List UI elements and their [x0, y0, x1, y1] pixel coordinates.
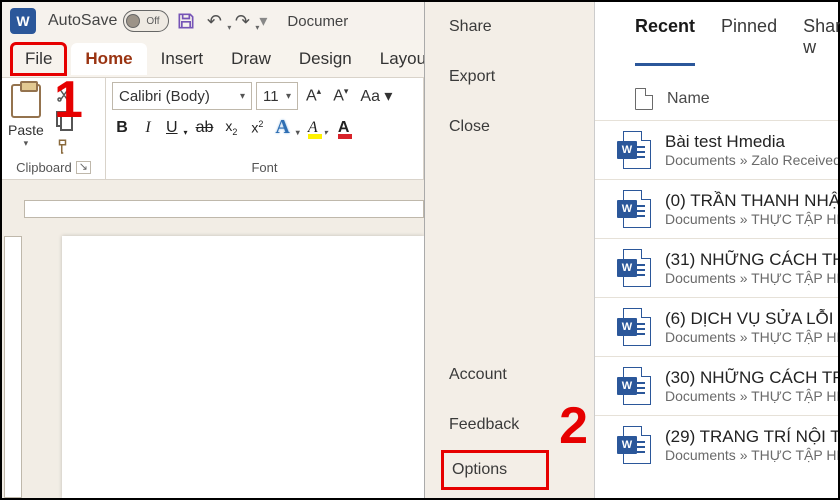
ribbon: Paste ▾ Clipboard ↘ Calibri (Body)▾ 11▾ A… [2, 78, 424, 180]
change-case-button[interactable]: Aa ▾ [356, 86, 396, 106]
horizontal-ruler[interactable] [24, 200, 424, 218]
shrink-font-button[interactable]: A▾ [329, 86, 352, 105]
recent-list: W Bài test HmediaDocuments » Zalo Receive… [595, 120, 838, 474]
recent-header-name: Name [667, 90, 710, 108]
recent-doc-name: (31) NHỮNG CÁCH THIẾT [665, 250, 838, 270]
recent-list-header: Name [595, 66, 838, 120]
redo-button[interactable]: ↷ [231, 10, 253, 32]
tab-insert[interactable]: Insert [147, 43, 218, 75]
font-name-value: Calibri (Body) [119, 88, 210, 105]
text-effects-button[interactable]: A [275, 116, 297, 139]
file-menu-pane: Share Export Close Account Feedback Opti… [424, 2, 594, 498]
recent-doc-path: Documents » Zalo Received F [665, 152, 838, 168]
word-document-icon: W [617, 190, 651, 228]
recent-doc-meta: (6) DỊCH VỤ SỬA LỖI FACDocuments » THỰC … [665, 309, 838, 345]
recent-tab-bar: Recent Pinned Shared w [595, 16, 838, 66]
recent-doc-meta: Bài test HmediaDocuments » Zalo Received… [665, 132, 838, 168]
document-page[interactable] [62, 236, 424, 498]
recent-doc-row[interactable]: W (29) TRANG TRÍ NỘI THẤTDocuments » THỰC… [595, 415, 838, 474]
tab-draw[interactable]: Draw [217, 43, 285, 75]
recent-doc-row[interactable]: W (30) NHỮNG CÁCH TRANDocuments » THỰC TẬ… [595, 356, 838, 415]
autosave-label: AutoSave [48, 12, 117, 30]
bold-button[interactable]: B [114, 119, 130, 137]
editor-area [2, 180, 424, 498]
recent-doc-meta: (30) NHỮNG CÁCH TRANDocuments » THỰC TẬP… [665, 368, 838, 404]
ribbon-tab-bar: File Home Insert Draw Design Layout Refe… [2, 40, 424, 78]
word-document-icon: W [617, 426, 651, 464]
recent-doc-path: Documents » THỰC TẬP HME [665, 388, 838, 404]
underline-button[interactable]: U [166, 119, 186, 137]
file-menu-options[interactable]: Options [441, 450, 549, 490]
recent-doc-path: Documents » THỰC TẬP HME [665, 447, 838, 463]
recent-tab-pinned[interactable]: Pinned [721, 16, 777, 66]
file-menu-close[interactable]: Close [425, 102, 594, 152]
clipboard-group: Paste ▾ Clipboard ↘ [2, 78, 106, 179]
font-size-value: 11 [263, 88, 279, 105]
clipboard-dialog-launcher[interactable]: ↘ [76, 161, 91, 174]
paste-button[interactable]: Paste ▾ [8, 84, 44, 149]
recent-doc-path: Documents » THỰC TẬP HME [665, 270, 838, 286]
recent-doc-meta: (29) TRANG TRÍ NỘI THẤTDocuments » THỰC … [665, 427, 838, 463]
subscript-button[interactable]: x2 [223, 118, 239, 137]
clipboard-group-label: Clipboard [16, 160, 72, 175]
font-group-label: Font [251, 160, 277, 175]
recent-doc-path: Documents » THỰC TẬP HME [665, 329, 838, 345]
grow-font-button[interactable]: A▴ [302, 86, 325, 105]
format-painter-button[interactable] [52, 136, 76, 158]
vertical-ruler[interactable] [4, 236, 22, 498]
strikethrough-button[interactable]: ab [196, 119, 214, 137]
word-ribbon-pane: W AutoSave Off ↶ ↷ ▾ Documer File Home I… [2, 2, 424, 498]
recent-doc-meta: (0) TRẦN THANH NHẬT -Documents » THỰC TẬ… [665, 191, 838, 227]
recent-doc-name: Bài test Hmedia [665, 132, 838, 152]
highlight-button[interactable]: A [308, 119, 328, 137]
document-title: Documer [287, 13, 348, 30]
recent-docs-pane: Recent Pinned Shared w Name W Bài test Hm… [594, 2, 838, 498]
paste-label: Paste [8, 122, 44, 138]
word-document-icon: W [617, 131, 651, 169]
title-bar: W AutoSave Off ↶ ↷ ▾ Documer [2, 2, 424, 40]
recent-doc-name: (30) NHỮNG CÁCH TRAN [665, 368, 838, 388]
recent-doc-row[interactable]: W Bài test HmediaDocuments » Zalo Receive… [595, 120, 838, 179]
clipboard-icon [11, 84, 41, 118]
toggle-knob-icon [126, 14, 140, 28]
recent-doc-name: (6) DỊCH VỤ SỬA LỖI FAC [665, 309, 838, 329]
recent-doc-row[interactable]: W (31) NHỮNG CÁCH THIẾTDocuments » THỰC T… [595, 238, 838, 297]
recent-doc-meta: (31) NHỮNG CÁCH THIẾTDocuments » THỰC TẬ… [665, 250, 838, 286]
word-document-icon: W [617, 249, 651, 287]
font-color-button[interactable]: A [338, 119, 354, 137]
recent-tab-shared[interactable]: Shared w [803, 16, 840, 66]
file-menu-share[interactable]: Share [425, 2, 594, 52]
tab-file[interactable]: File [10, 42, 67, 76]
autosave-toggle[interactable]: Off [123, 10, 169, 32]
cut-button[interactable] [52, 84, 76, 106]
font-size-combo[interactable]: 11▾ [256, 82, 298, 110]
recent-doc-row[interactable]: W (0) TRẦN THANH NHẬT -Documents » THỰC T… [595, 179, 838, 238]
autosave-state: Off [146, 16, 159, 27]
file-menu-feedback[interactable]: Feedback [425, 400, 594, 450]
recent-doc-name: (0) TRẦN THANH NHẬT - [665, 191, 838, 211]
italic-button[interactable]: I [140, 119, 156, 137]
undo-button[interactable]: ↶ [203, 10, 225, 32]
recent-tab-recent[interactable]: Recent [635, 16, 695, 66]
tab-design[interactable]: Design [285, 43, 366, 75]
file-menu-account[interactable]: Account [425, 350, 594, 400]
font-group: Calibri (Body)▾ 11▾ A▴ A▾ Aa ▾ B I U ab … [106, 78, 424, 179]
font-name-combo[interactable]: Calibri (Body)▾ [112, 82, 252, 110]
word-logo-icon: W [10, 8, 36, 34]
copy-button[interactable] [52, 110, 76, 132]
document-icon [635, 88, 653, 110]
save-button[interactable] [175, 10, 197, 32]
recent-doc-path: Documents » THỰC TẬP HME [665, 211, 838, 227]
tab-home[interactable]: Home [71, 43, 146, 75]
recent-doc-row[interactable]: W (6) DỊCH VỤ SỬA LỖI FACDocuments » THỰC… [595, 297, 838, 356]
word-document-icon: W [617, 308, 651, 346]
superscript-button[interactable]: x2 [249, 119, 265, 136]
word-document-icon: W [617, 367, 651, 405]
file-menu-export[interactable]: Export [425, 52, 594, 102]
recent-doc-name: (29) TRANG TRÍ NỘI THẤT [665, 427, 838, 447]
